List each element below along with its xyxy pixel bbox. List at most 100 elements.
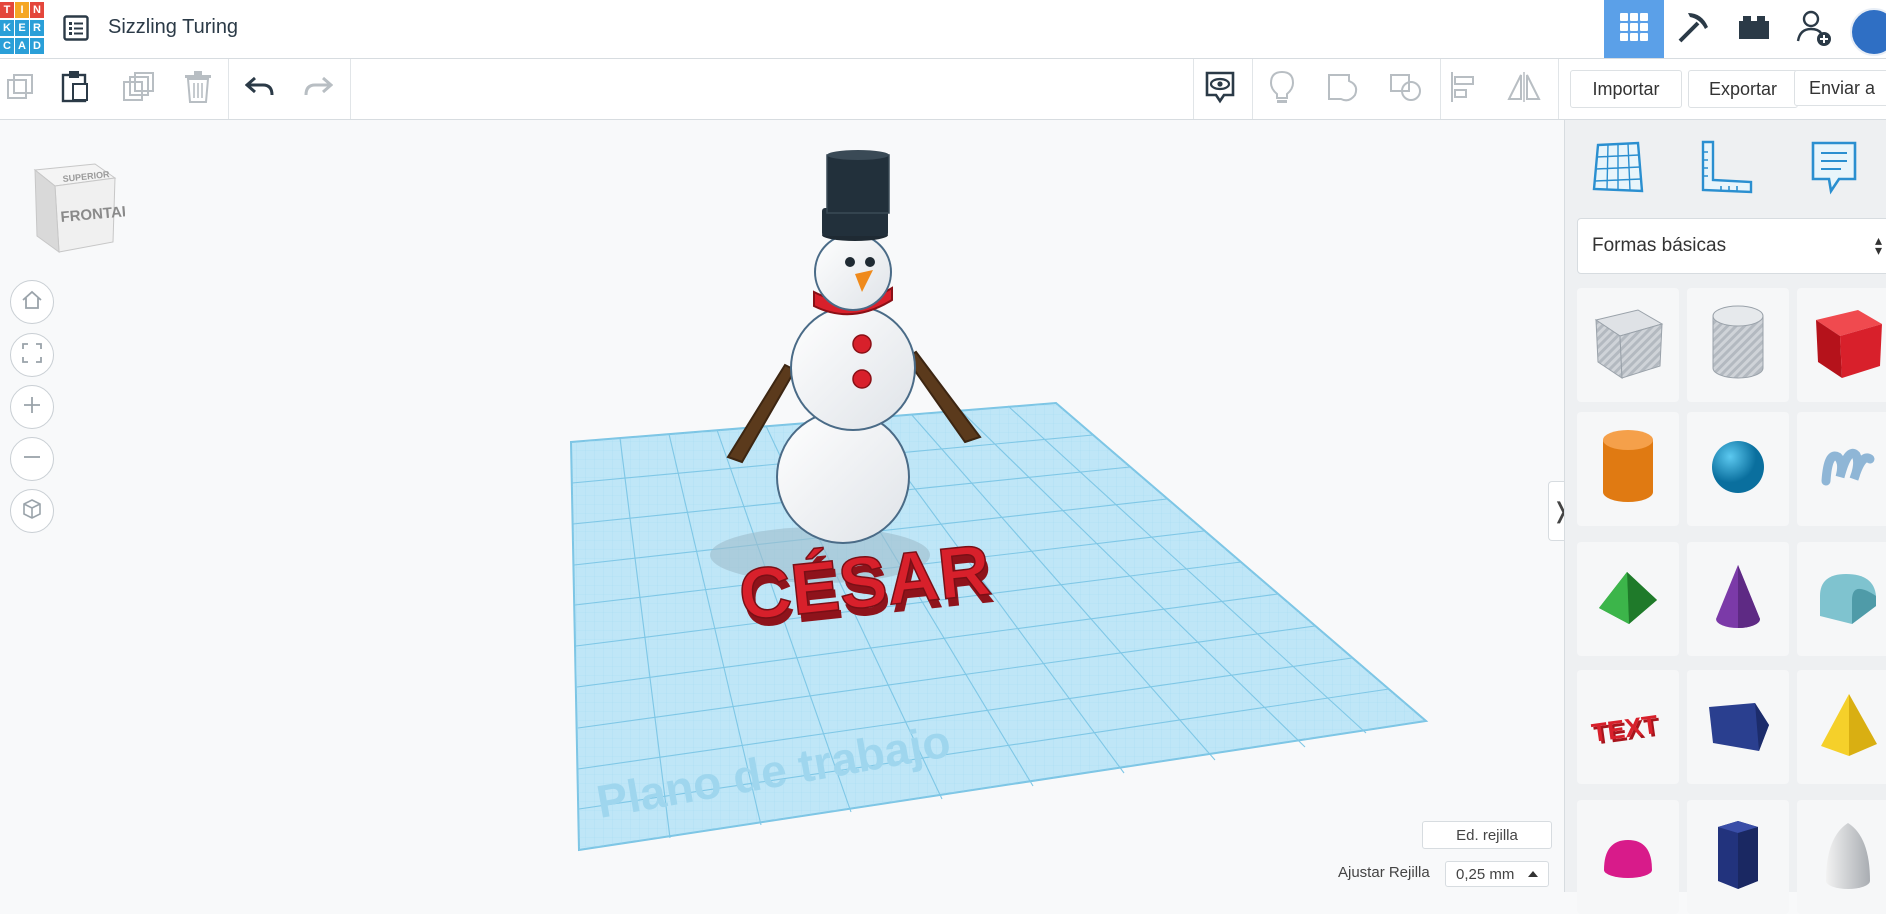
shape-category-value: Formas básicas — [1592, 235, 1727, 256]
shape-tile-box[interactable] — [1797, 288, 1886, 402]
half-sphere-icon — [1598, 830, 1658, 885]
snowman-body[interactable] — [790, 305, 916, 431]
ungroup-icon — [1389, 71, 1423, 108]
3d-design-tab[interactable] — [1604, 0, 1664, 58]
lightbulb-icon — [1269, 70, 1295, 109]
logo-letter: T — [0, 2, 14, 18]
round-roof-icon — [1812, 566, 1884, 633]
box-hole-icon — [1590, 302, 1666, 389]
delete-button[interactable] — [178, 69, 218, 109]
shape-tile-cylinder-hole[interactable] — [1687, 288, 1789, 402]
top-bar: T I N K E R C A D Sizzling Turing — [0, 0, 1886, 59]
pickaxe-icon — [1674, 7, 1714, 52]
3d-viewport[interactable]: Plano de trabajo CÉSAR CÉSAR — [0, 120, 1562, 892]
perspective-button[interactable] — [10, 489, 54, 533]
shape-tile-roof[interactable] — [1577, 542, 1679, 656]
text-icon: TEXTTEXT — [1590, 709, 1662, 751]
shape-tile-pyramid[interactable] — [1797, 670, 1886, 784]
duplicate-button[interactable] — [118, 69, 158, 109]
edit-toolbar: Importar Exportar Enviar a — [0, 59, 1886, 120]
send-to-button[interactable]: Enviar a — [1794, 70, 1886, 106]
group-button[interactable] — [1324, 69, 1364, 109]
snowman-head[interactable] — [814, 233, 892, 311]
home-icon — [21, 289, 43, 316]
prism-icon — [1708, 817, 1768, 898]
roof-icon — [1593, 564, 1663, 635]
notes-tool-button[interactable] — [1801, 136, 1867, 202]
group-icon — [1327, 71, 1361, 108]
snap-grid-label: Ajustar Rejilla — [1338, 864, 1430, 881]
snap-grid-value: 0,25 mm — [1456, 865, 1515, 883]
paste-button[interactable] — [55, 69, 95, 109]
snap-grid-select[interactable]: 0,25 mm — [1445, 861, 1549, 887]
shape-category-select[interactable]: Formas básicas ▴ ▾ — [1577, 218, 1886, 274]
shape-tile-polygon[interactable] — [1687, 670, 1789, 784]
minus-icon — [21, 446, 43, 473]
view-cube[interactable]: SUPERIOR FRONTAL — [25, 150, 132, 260]
shape-tile-text[interactable]: TEXT TEXT — [1577, 670, 1679, 784]
duplicate-icon — [122, 71, 154, 107]
shape-tile-sphere[interactable] — [1687, 412, 1789, 526]
workplane-tool-button[interactable] — [1585, 136, 1651, 202]
home-view-button[interactable] — [10, 280, 54, 324]
shape-tile-box-hole[interactable] — [1577, 288, 1679, 402]
ungroup-button[interactable] — [1386, 69, 1426, 109]
mirror-button[interactable] — [1504, 69, 1544, 109]
box-icon — [1810, 302, 1886, 389]
logo-letter: N — [30, 2, 44, 18]
edit-grid-button[interactable]: Ed. rejilla — [1422, 821, 1552, 849]
undo-button[interactable] — [240, 69, 280, 109]
shapes-panel: Formas básicas ▴ ▾ TEXT TEXT — [1564, 120, 1886, 914]
redo-button[interactable] — [298, 69, 338, 109]
add-user-icon — [1794, 7, 1834, 52]
shape-tile-scribble[interactable] — [1797, 412, 1886, 526]
updown-icon: ▴ ▾ — [1874, 232, 1882, 258]
pyramid-icon — [1815, 690, 1881, 765]
design-list-icon[interactable] — [63, 15, 89, 41]
shape-tile-round-roof[interactable] — [1797, 542, 1886, 656]
brick-icon — [1737, 13, 1771, 46]
tinkercad-logo[interactable]: T I N K E R C A D — [0, 2, 45, 56]
zoom-in-button[interactable] — [10, 385, 54, 429]
design-title[interactable]: Sizzling Turing — [108, 16, 238, 39]
user-avatar[interactable] — [1844, 0, 1886, 58]
ruler-icon — [1699, 140, 1753, 199]
cylinder-hole-icon — [1707, 302, 1769, 389]
bricks-tab[interactable] — [1724, 0, 1784, 58]
blocks-tab[interactable] — [1664, 0, 1724, 58]
logo-letter: I — [15, 2, 29, 18]
copy-button[interactable] — [0, 69, 40, 109]
snowman-hat[interactable] — [826, 154, 890, 214]
fit-view-button[interactable] — [10, 333, 54, 377]
export-button[interactable]: Exportar — [1688, 70, 1798, 108]
copy-icon — [5, 72, 35, 107]
zoom-out-button[interactable] — [10, 437, 54, 481]
align-icon — [1449, 71, 1479, 108]
note-icon — [1809, 139, 1859, 200]
align-button[interactable] — [1444, 69, 1484, 109]
shape-tile-cone[interactable] — [1687, 542, 1789, 656]
caret-up-icon — [1528, 871, 1538, 877]
logo-letter: K — [0, 20, 14, 36]
shape-tile-prism[interactable] — [1687, 800, 1789, 914]
redo-icon — [303, 76, 334, 103]
light-bulb-button[interactable] — [1262, 69, 1302, 109]
polygon-icon — [1703, 695, 1773, 760]
fit-icon — [21, 342, 43, 369]
sphere-icon — [1708, 437, 1768, 502]
import-button[interactable]: Importar — [1570, 70, 1682, 108]
shape-tile-cylinder[interactable] — [1577, 412, 1679, 526]
shape-tile-half-sphere[interactable] — [1577, 800, 1679, 914]
notes-visibility-button[interactable] — [1200, 69, 1240, 109]
snowman-base[interactable] — [776, 410, 910, 544]
trash-icon — [184, 70, 212, 108]
clipboard-icon — [60, 70, 90, 109]
logo-letter: D — [30, 38, 44, 54]
shape-tile-paraboloid[interactable] — [1797, 800, 1886, 914]
logo-letter: A — [15, 38, 29, 54]
invite-user-button[interactable] — [1784, 0, 1844, 58]
eye-bubble-icon — [1204, 70, 1236, 109]
paraboloid-icon — [1818, 817, 1878, 898]
ruler-tool-button[interactable] — [1693, 136, 1759, 202]
logo-letter: E — [15, 20, 29, 36]
